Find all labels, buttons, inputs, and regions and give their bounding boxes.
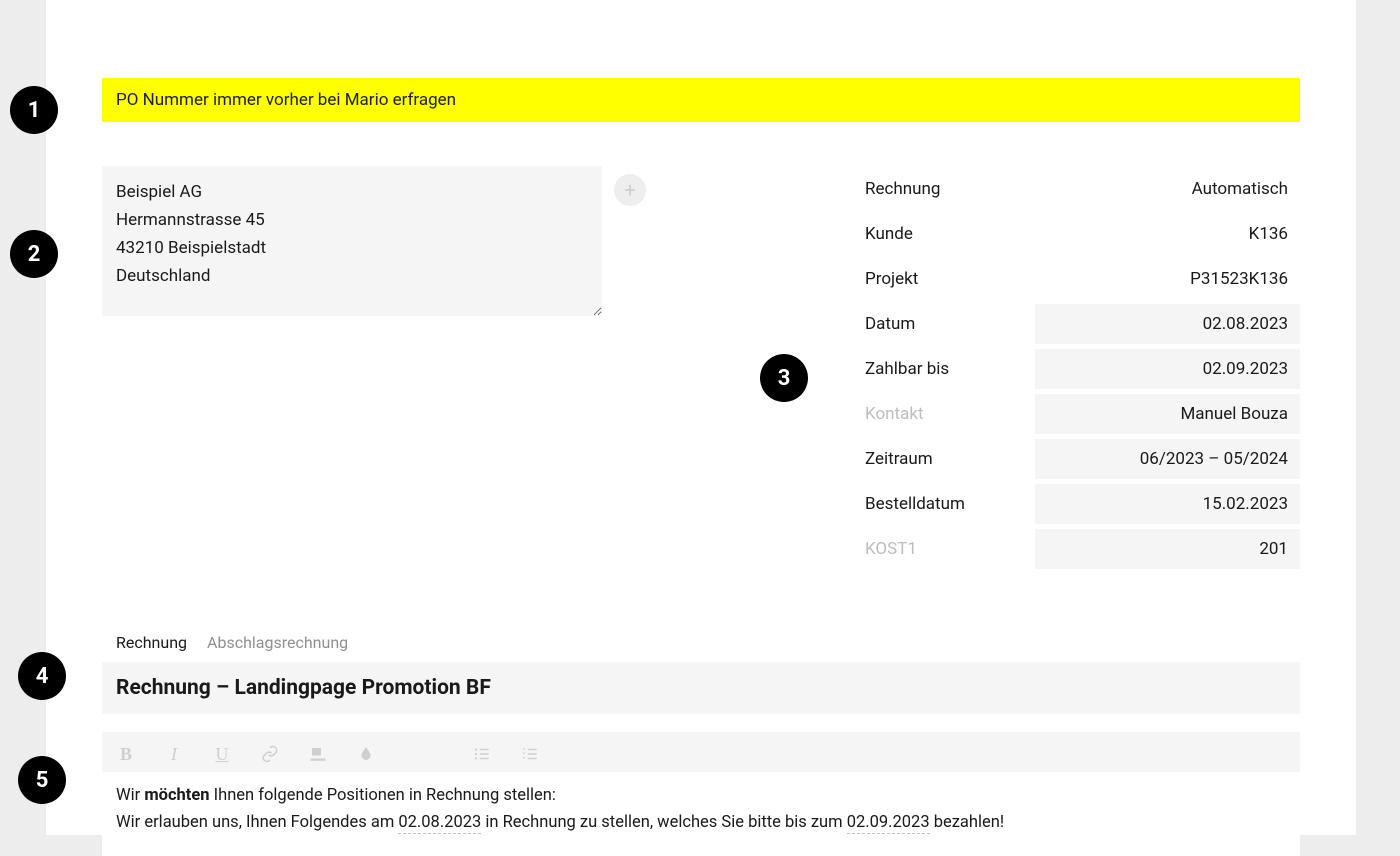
add-recipient-button[interactable]: + xyxy=(614,174,646,206)
invoice-editor-card: PO Nummer immer vorher bei Mario erfrage… xyxy=(46,0,1356,835)
meta-row: KundeK136 xyxy=(865,211,1300,256)
meta-label: Bestelldatum xyxy=(865,494,1035,514)
meta-label: KOST1 xyxy=(865,539,1035,559)
body-line2-date2[interactable]: 02.09.2023 xyxy=(847,813,930,834)
meta-row: RechnungAutomatisch xyxy=(865,166,1300,211)
ordered-list-icon[interactable] xyxy=(520,744,540,764)
body-line2-c: bezahlen! xyxy=(930,813,1004,832)
plus-icon: + xyxy=(624,180,635,200)
editor-body[interactable]: Wir möchten Ihnen folgende Positionen in… xyxy=(102,772,1300,856)
meta-label: Datum xyxy=(865,314,1035,334)
meta-label: Projekt xyxy=(865,269,1035,289)
italic-icon[interactable]: I xyxy=(164,744,184,764)
callout-badge-2: 2 xyxy=(10,230,58,278)
body-line2-date1[interactable]: 02.08.2023 xyxy=(398,813,481,834)
bold-icon[interactable]: B xyxy=(116,744,136,764)
color-icon[interactable] xyxy=(356,744,376,764)
meta-value: Automatisch xyxy=(1035,169,1300,209)
callout-badge-1: 1 xyxy=(10,86,58,134)
meta-value[interactable]: 02.08.2023 xyxy=(1035,304,1300,344)
meta-label: Kunde xyxy=(865,224,1035,244)
meta-value[interactable]: Manuel Bouza xyxy=(1035,394,1300,434)
meta-label: Rechnung xyxy=(865,179,1035,199)
meta-value: P31523K136 xyxy=(1035,259,1300,299)
meta-row: KOST1201 xyxy=(865,526,1300,571)
body-line2-a: Wir erlauben uns, Ihnen Folgendes am xyxy=(116,813,398,832)
meta-row: ProjektP31523K136 xyxy=(865,256,1300,301)
editor-toolbar: B I U xyxy=(102,732,1300,772)
meta-value[interactable]: 06/2023 – 05/2024 xyxy=(1035,439,1300,479)
meta-value[interactable]: 02.09.2023 xyxy=(1035,349,1300,389)
meta-row: Datum02.08.2023 xyxy=(865,301,1300,346)
meta-row: Zahlbar bis02.09.2023 xyxy=(865,346,1300,391)
body-line2-b: in Rechnung zu stellen, welches Sie bitt… xyxy=(481,813,846,832)
meta-value[interactable]: 201 xyxy=(1035,529,1300,569)
meta-value: K136 xyxy=(1035,214,1300,254)
invoice-meta-list: RechnungAutomatischKundeK136ProjektP3152… xyxy=(865,166,1300,571)
meta-label: Kontakt xyxy=(865,404,1035,424)
body-line1-prefix: Wir xyxy=(116,786,144,805)
meta-label: Zeitraum xyxy=(865,449,1035,469)
rich-text-editor: B I U xyxy=(102,732,1300,772)
callout-badge-5: 5 xyxy=(18,756,66,804)
tab-invoice[interactable]: Rechnung xyxy=(116,633,187,652)
bullet-list-icon[interactable] xyxy=(472,744,492,764)
invoice-title-input[interactable]: Rechnung – Landingpage Promotion BF xyxy=(102,662,1300,714)
meta-row: KontaktManuel Bouza xyxy=(865,391,1300,436)
highlight-icon[interactable] xyxy=(308,744,328,764)
callout-badge-4: 4 xyxy=(18,652,66,700)
underline-icon[interactable]: U xyxy=(212,744,232,764)
callout-badge-3: 3 xyxy=(760,354,808,402)
tab-partial-invoice[interactable]: Abschlagsrechnung xyxy=(207,633,348,652)
recipient-address-textarea[interactable] xyxy=(102,166,602,316)
body-line1-bold: möchten xyxy=(144,786,209,805)
meta-value[interactable]: 15.02.2023 xyxy=(1035,484,1300,524)
meta-label: Zahlbar bis xyxy=(865,359,1035,379)
warning-banner: PO Nummer immer vorher bei Mario erfrage… xyxy=(102,78,1300,122)
meta-row: Zeitraum06/2023 – 05/2024 xyxy=(865,436,1300,481)
invoice-type-tabs: Rechnung Abschlagsrechnung xyxy=(102,621,1300,662)
meta-row: Bestelldatum15.02.2023 xyxy=(865,481,1300,526)
body-line1-suffix: Ihnen folgende Positionen in Rechnung st… xyxy=(210,786,556,805)
link-icon[interactable] xyxy=(260,744,280,764)
